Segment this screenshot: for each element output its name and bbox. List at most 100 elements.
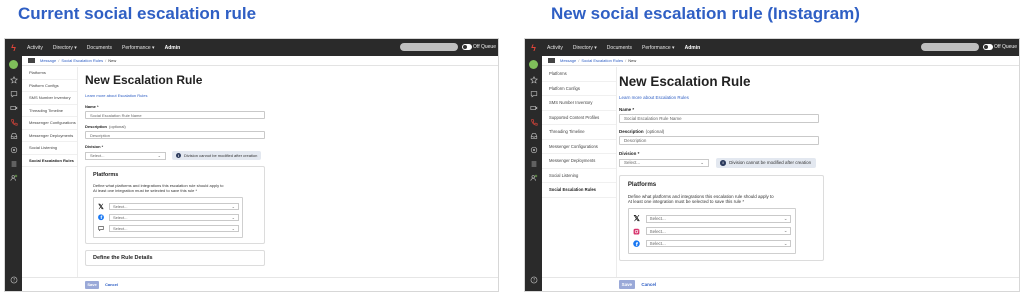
inbox-icon[interactable] [5, 129, 22, 143]
cancel-button[interactable]: Cancel [105, 282, 118, 287]
subnav-item[interactable]: Platforms [22, 67, 77, 80]
nav-item-activity[interactable]: Activity [22, 45, 48, 51]
svg-text:?: ? [12, 278, 14, 283]
right-heading: New social escalation rule (Instagram) [551, 4, 860, 23]
learn-more-link[interactable]: Learn more about Escalation Rules [85, 93, 275, 98]
inbox-icon[interactable] [525, 129, 542, 143]
platform-integration-select[interactable]: Select... ⌄ [645, 239, 792, 248]
platform-integration-select[interactable]: Select... ⌄ [109, 225, 239, 232]
list-icon[interactable] [5, 157, 22, 171]
save-button[interactable]: Save [619, 280, 635, 289]
person-add-icon[interactable] [525, 171, 542, 185]
x-icon: 𝕏 [633, 214, 640, 224]
breadcrumb-item[interactable]: Social Escalation Rules [581, 58, 623, 63]
subnav-item[interactable]: Messenger Configurations [22, 117, 77, 130]
platform-integration-select[interactable]: Select... ⌄ [645, 215, 792, 223]
breadcrumb-item: New [628, 58, 637, 63]
chat-icon[interactable] [525, 87, 542, 101]
division-warning: i Division cannot be modified after creat… [172, 151, 262, 160]
chevron-down-icon: ⌄ [231, 226, 235, 231]
learn-more-link[interactable]: Learn more about Escalation Rules [619, 95, 919, 100]
global-search-input[interactable] [921, 43, 979, 51]
chevron-down-icon: ⌄ [231, 215, 235, 220]
nav-item-performance[interactable]: Performance ▾ [637, 45, 680, 51]
grid-icon[interactable] [5, 143, 22, 157]
help-icon[interactable]: ? [525, 273, 542, 287]
list-icon[interactable] [525, 157, 542, 171]
global-search-input[interactable] [400, 43, 458, 51]
subnav-item[interactable]: Platforms [542, 67, 616, 82]
nav-item-directory[interactable]: Directory ▾ [48, 45, 82, 51]
breadcrumb-separator: / [105, 58, 107, 63]
rule-details-title: Define the Rule Details [93, 255, 153, 261]
subnav-item[interactable]: Threading Timeline [22, 105, 77, 117]
breadcrumb-item[interactable]: Social Escalation Rules [61, 58, 103, 63]
subnav-item[interactable]: Supported Content Profiles [542, 111, 616, 125]
nav-item-activity[interactable]: Activity [542, 45, 568, 51]
platform-list: 𝕏 Select... ⌄ Select... ⌄ f Select... ⌄ [627, 208, 796, 255]
platform-select-value: Select... [113, 204, 128, 209]
cancel-button[interactable]: Cancel [641, 282, 656, 287]
nav-item-documents[interactable]: Documents [602, 45, 637, 51]
name-input[interactable]: Social Escalation Rule Name [85, 111, 265, 119]
menu-toggle-icon[interactable] [28, 58, 35, 63]
description-input[interactable]: Description [619, 136, 819, 146]
form-footer: Save Cancel [22, 277, 498, 291]
current-rule-screenshot: ϟ Activity Directory ▾ Documents Performance… [4, 38, 499, 292]
nav-item-admin[interactable]: Admin [680, 45, 706, 51]
platform-row: 𝕏 Select... ⌄ [97, 201, 239, 212]
video-icon[interactable] [525, 101, 542, 115]
division-warning-text: Division cannot be modified after creati… [184, 153, 258, 158]
nav-item-documents[interactable]: Documents [82, 45, 117, 51]
subnav-item[interactable]: Messenger Deployments [22, 130, 77, 142]
subnav-item[interactable]: Social Listening [542, 169, 616, 183]
name-input[interactable]: Social Escalation Rule Name [619, 114, 819, 124]
phone-icon[interactable] [5, 115, 22, 129]
platform-integration-select[interactable]: Select... ⌄ [109, 214, 239, 221]
division-row: Select... ⌄ i Division cannot be modified a… [85, 151, 275, 160]
division-row: Select... ⌄ i Division cannot be modified a… [619, 157, 919, 169]
division-select[interactable]: Select... ⌄ [619, 158, 709, 168]
phone-icon[interactable] [525, 115, 542, 129]
platform-integration-select[interactable]: Select... ⌄ [645, 227, 792, 236]
subnav-item[interactable]: Social Listening [22, 142, 77, 155]
user-avatar[interactable] [9, 60, 18, 69]
star-icon[interactable] [525, 73, 542, 87]
grid-icon[interactable] [525, 143, 542, 157]
subnav-item[interactable]: Social Escalation Rules [542, 183, 616, 198]
breadcrumb-separator: / [625, 58, 627, 63]
subnav-item[interactable]: SMS Number Inventory [542, 96, 616, 111]
person-add-icon[interactable] [5, 171, 22, 185]
nav-item-admin[interactable]: Admin [160, 45, 186, 51]
platform-select-value: Select... [649, 228, 666, 234]
queue-toggle[interactable] [983, 44, 993, 50]
subnav-item[interactable]: Platform Configs [542, 82, 616, 96]
queue-toggle[interactable] [462, 44, 472, 50]
subnav-item[interactable]: Messenger Deployments [542, 154, 616, 169]
subnav-item[interactable]: SMS Number Inventory [22, 92, 77, 105]
subnav-item[interactable]: Platform Configs [22, 80, 77, 92]
star-icon[interactable] [5, 73, 22, 87]
nav-item-directory[interactable]: Directory ▾ [568, 45, 602, 51]
breadcrumb-item[interactable]: Message [40, 58, 56, 63]
user-avatar[interactable] [529, 60, 538, 69]
platform-integration-select[interactable]: Select... ⌄ [109, 203, 239, 210]
division-select[interactable]: Select... ⌄ [85, 151, 166, 160]
breadcrumb-item[interactable]: Message [560, 58, 576, 63]
menu-toggle-icon[interactable] [548, 58, 555, 63]
platform-select-value: Select... [113, 215, 128, 220]
nav-item-performance[interactable]: Performance ▾ [117, 45, 160, 51]
queue-status-label: Off Queue [994, 44, 1017, 50]
info-icon: i [176, 153, 181, 158]
video-icon[interactable] [5, 101, 22, 115]
description-input[interactable]: Description [85, 131, 265, 139]
save-button[interactable]: Save [85, 280, 99, 289]
platforms-title: Platforms [627, 181, 657, 189]
chat-icon[interactable] [5, 87, 22, 101]
division-label: Division * [619, 150, 640, 156]
escalation-form: New Escalation Rule Learn more about Esca… [85, 67, 275, 277]
subnav-item[interactable]: Messenger Configurations [542, 140, 616, 154]
subnav-item[interactable]: Social Escalation Rules [22, 155, 77, 167]
help-icon[interactable]: ? [5, 273, 22, 287]
subnav-item[interactable]: Threading Timeline [542, 125, 616, 140]
